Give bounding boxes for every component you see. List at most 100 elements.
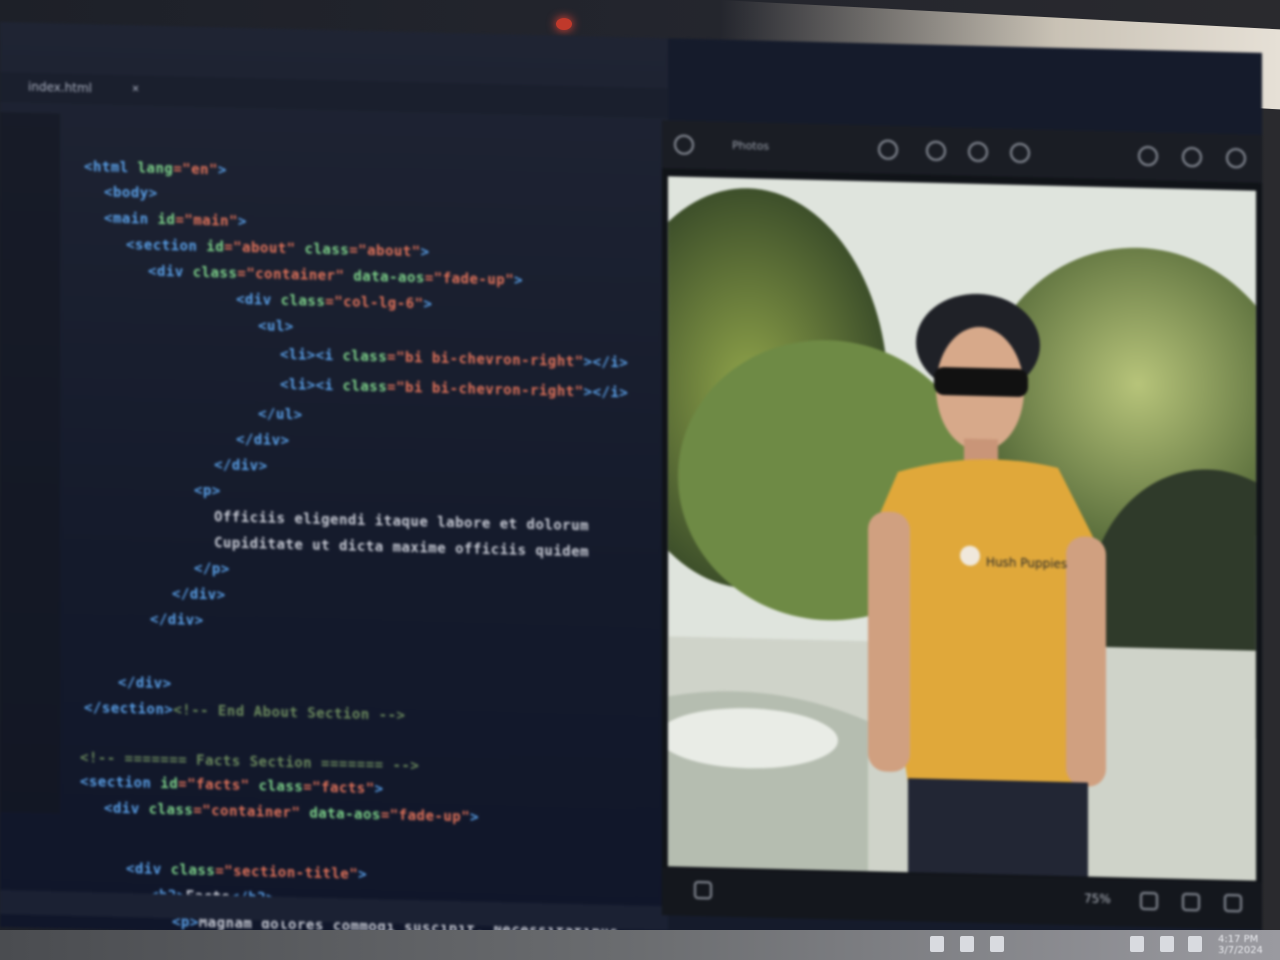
tray-icon[interactable] bbox=[960, 936, 974, 952]
code-token: > bbox=[358, 866, 368, 883]
code-token: ="bi bi-chevron-right" bbox=[387, 379, 584, 401]
shorts bbox=[908, 778, 1088, 877]
filmstrip-icon[interactable] bbox=[694, 880, 712, 900]
shirt-brand-text: Hush Puppies bbox=[986, 555, 1067, 571]
code-token: > bbox=[423, 296, 433, 313]
code-line: <p> bbox=[194, 483, 221, 500]
code-line: </div> bbox=[236, 432, 290, 449]
code-token: <li><i bbox=[280, 346, 343, 365]
code-line: <section id="facts" class="facts"> bbox=[80, 774, 384, 797]
code-token: <div bbox=[104, 800, 149, 818]
zoom-in-icon[interactable] bbox=[1182, 892, 1200, 912]
fullscreen-icon[interactable] bbox=[1224, 893, 1242, 913]
code-line: </p> bbox=[194, 561, 230, 578]
code-line: <div class="section-title"> bbox=[126, 861, 367, 883]
share-icon[interactable] bbox=[968, 141, 988, 163]
code-token: ="col-lg-6" bbox=[325, 293, 424, 313]
code-token: ="fade-up" bbox=[424, 270, 515, 289]
code-token: ="container" bbox=[237, 265, 354, 285]
code-token: <ul> bbox=[258, 318, 294, 336]
displayed-photo: Hush Puppies bbox=[668, 176, 1256, 881]
code-line: <div class="col-lg-6"> bbox=[236, 292, 432, 313]
rotate-icon[interactable] bbox=[926, 140, 946, 162]
volume-icon[interactable] bbox=[1160, 936, 1174, 952]
code-token: </div> bbox=[118, 674, 172, 693]
code-line: <body> bbox=[104, 185, 158, 202]
code-token: ="main" bbox=[175, 212, 238, 230]
code-token: </p> bbox=[194, 560, 230, 578]
code-line: </div> bbox=[172, 586, 226, 603]
code-line: </div> bbox=[214, 457, 268, 474]
code-token: ="section-title" bbox=[215, 863, 359, 883]
photo-viewer-window: Photos Hush Puppies 75% bbox=[662, 120, 1262, 930]
wifi-icon[interactable] bbox=[1130, 936, 1144, 952]
taskbar bbox=[0, 930, 1280, 960]
code-token: <section bbox=[126, 237, 207, 256]
code-token: class bbox=[342, 348, 388, 366]
code-area[interactable]: <html lang="en"> <body> <main id="main"> <s… bbox=[0, 22, 668, 943]
code-line: <ul> bbox=[258, 318, 294, 335]
code-line: </div> bbox=[118, 675, 172, 692]
code-token: ="facts" bbox=[178, 776, 259, 795]
code-token: id bbox=[206, 239, 225, 256]
code-token: <main bbox=[104, 210, 158, 228]
code-token: > bbox=[237, 213, 247, 231]
code-token: > bbox=[470, 809, 480, 826]
code-token: ="facts" bbox=[303, 779, 375, 798]
code-token: ="fade-up" bbox=[380, 807, 471, 826]
code-token: data-aos bbox=[309, 805, 381, 824]
code-token: <!-- End About Section --> bbox=[173, 702, 406, 724]
code-line: Cupiditate ut dicta maxime officiis quid… bbox=[214, 535, 589, 560]
code-token: class bbox=[342, 378, 388, 396]
code-line: <main id="main"> bbox=[104, 211, 247, 230]
code-token: ="about" bbox=[224, 239, 305, 258]
code-line: Officiis eligendi itaque labore et dolor… bbox=[214, 509, 589, 534]
webcam-light bbox=[556, 18, 572, 30]
delete-icon[interactable] bbox=[1182, 146, 1202, 168]
code-token: > bbox=[420, 244, 430, 261]
code-editor: index.html × <html lang="en"> <body> <main… bbox=[0, 22, 668, 944]
code-line: </div> bbox=[150, 612, 204, 629]
code-line: <div class="container" data-aos="fade-up… bbox=[104, 801, 479, 826]
edit-icon[interactable] bbox=[878, 139, 898, 160]
code-token: <html bbox=[84, 159, 138, 177]
code-token: data-aos bbox=[353, 268, 425, 287]
more-options-icon[interactable] bbox=[1226, 147, 1246, 169]
info-icon[interactable] bbox=[1010, 142, 1030, 164]
code-token: </div> bbox=[150, 611, 204, 629]
code-line: <li><i class="bi bi-chevron-right"></i> bbox=[280, 377, 628, 402]
battery-icon[interactable] bbox=[1188, 936, 1202, 952]
tray-icon[interactable] bbox=[990, 936, 1004, 952]
code-token: <section bbox=[80, 773, 161, 792]
code-token: class bbox=[304, 241, 350, 259]
code-token: ="en" bbox=[173, 161, 218, 179]
code-token: id bbox=[160, 775, 179, 793]
favorite-icon[interactable] bbox=[1138, 145, 1158, 167]
code-token: <!-- ======= Facts Section ======= --> bbox=[80, 749, 420, 775]
code-token: ="bi bi-chevron-right" bbox=[387, 349, 584, 371]
code-token: class bbox=[192, 264, 238, 282]
code-line: <section id="about" class="about"> bbox=[126, 237, 430, 260]
code-token: ></i> bbox=[583, 384, 629, 402]
code-token: <body> bbox=[104, 184, 158, 202]
code-token: ></i> bbox=[583, 354, 629, 372]
photo-scene: Hush Puppies bbox=[668, 176, 1256, 881]
code-line: <html lang="en"> bbox=[84, 159, 227, 178]
code-token: > bbox=[374, 781, 384, 798]
code-token: </div> bbox=[236, 431, 290, 450]
right-arm bbox=[1066, 536, 1106, 787]
code-token: <p> bbox=[194, 482, 221, 500]
tray-icon[interactable] bbox=[930, 936, 944, 952]
code-token: Officiis eligendi itaque labore et dolor… bbox=[214, 509, 590, 535]
zoom-out-icon[interactable] bbox=[1140, 891, 1158, 911]
code-token: class bbox=[170, 862, 216, 880]
code-token: <div bbox=[236, 291, 281, 309]
taskbar-clock[interactable]: 4:17 PM 3/7/2024 bbox=[1218, 934, 1263, 956]
code-token: </section> bbox=[84, 700, 174, 719]
code-token: class bbox=[258, 778, 304, 796]
code-token: id bbox=[157, 211, 176, 229]
code-line: <!-- ======= Facts Section ======= --> bbox=[80, 750, 419, 774]
code-token: <li><i bbox=[280, 376, 343, 395]
monitor-screen: index.html × <html lang="en"> <body> <main… bbox=[0, 22, 1262, 958]
code-token: lang bbox=[137, 160, 174, 178]
